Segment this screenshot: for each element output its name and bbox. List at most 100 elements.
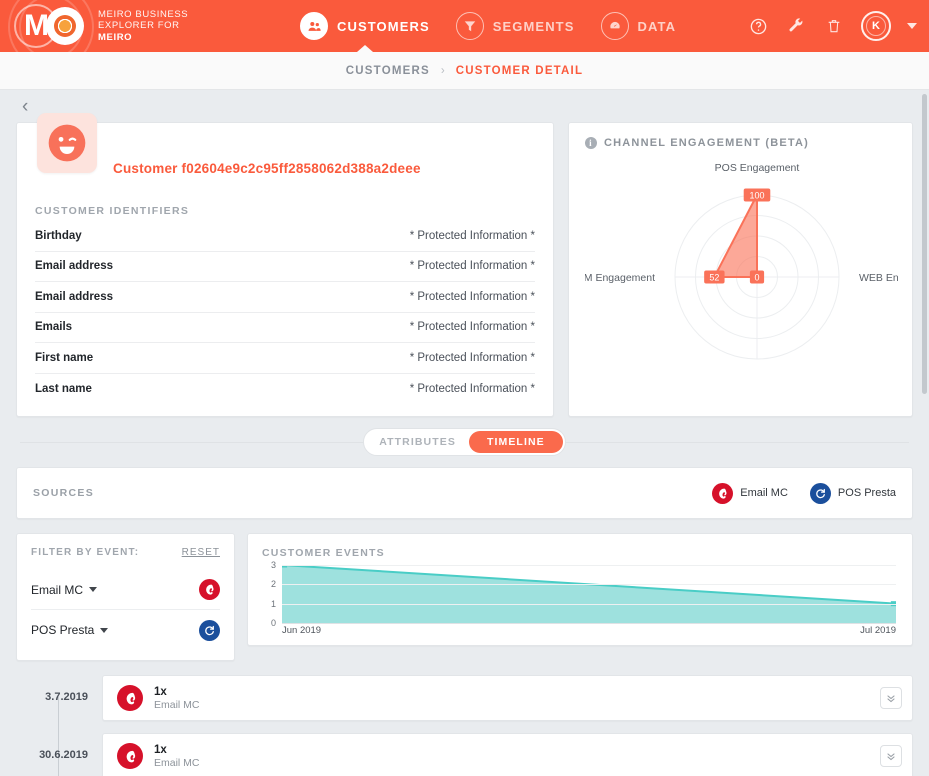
- identifiers-section-label: CUSTOMER IDENTIFIERS: [35, 205, 190, 217]
- timeline-event-text: 1x Email MC: [154, 685, 880, 712]
- timeline-top-row: FILTER BY EVENT: RESET Email MC POS Pres…: [16, 533, 913, 661]
- nav-item-data[interactable]: DATA: [600, 0, 677, 52]
- identifier-key: Last name: [35, 382, 92, 395]
- x-tick-label: Jun 2019: [282, 625, 322, 636]
- email-mc-icon: [117, 743, 143, 769]
- back-button[interactable]: ‹: [22, 97, 28, 116]
- y-tick-label: 3: [270, 560, 276, 570]
- y-tick-label: 1: [270, 598, 276, 609]
- channel-engagement-card: i CHANNEL ENGAGEMENT (BETA) 100 0 52 POS En…: [568, 122, 929, 417]
- identifier-value: * Protected Information *: [409, 382, 535, 395]
- customer-events-chart: 3 2 1 0 Jun 2019 Jul 2019: [262, 560, 898, 637]
- scrollbar-thumb[interactable]: [922, 94, 927, 394]
- filter-by-event-panel: FILTER BY EVENT: RESET Email MC POS Pres…: [16, 533, 235, 661]
- y-tick-label: 2: [270, 579, 276, 590]
- svg-text:WEB Engagement: WEB Engagement: [859, 272, 898, 284]
- svg-text:100: 100: [749, 191, 764, 201]
- timeline-date: 30.6.2019: [39, 749, 88, 761]
- reset-filters-button[interactable]: RESET: [182, 547, 220, 558]
- email-mc-icon: [712, 482, 734, 504]
- source-item-email-mc[interactable]: Email MC: [712, 482, 788, 504]
- chevron-down-icon[interactable]: [100, 627, 109, 633]
- timeline-dates: 3.7.2019 30.6.2019: [16, 675, 88, 776]
- svg-text:EDM Engagement: EDM Engagement: [585, 272, 655, 284]
- trash-icon[interactable]: [823, 15, 845, 37]
- identifier-key: First name: [35, 351, 94, 364]
- channel-engagement-title: CHANNEL ENGAGEMENT (BETA): [604, 137, 809, 149]
- email-mc-icon: [117, 685, 143, 711]
- filter-name-email-mc[interactable]: Email MC: [31, 582, 98, 597]
- breadcrumb: CUSTOMERS › CUSTOMER DETAIL: [0, 52, 929, 90]
- x-tick-label: Jul 2019: [860, 625, 896, 636]
- filter-header: FILTER BY EVENT: RESET: [31, 547, 220, 558]
- sources-bar: SOURCES Email MC POS Presta: [16, 467, 913, 519]
- people-icon: [300, 12, 328, 40]
- nav-item-segments[interactable]: SEGMENTS: [455, 0, 575, 52]
- detail-cards: Customer f02604e9c2c95ff2858062d388a2dee…: [16, 113, 929, 417]
- identifier-value: * Protected Information *: [409, 321, 535, 334]
- chevron-down-icon[interactable]: [89, 587, 98, 592]
- identifier-value: * Protected Information *: [409, 290, 535, 303]
- logo-o-icon: [46, 7, 84, 45]
- main-nav: CUSTOMERS SEGMENTS DATA: [300, 0, 676, 52]
- expand-row-button[interactable]: [880, 745, 902, 767]
- identifier-value: * Protected Information *: [409, 351, 535, 364]
- breadcrumb-separator: ›: [440, 64, 445, 77]
- chevron-down-icon[interactable]: [907, 23, 917, 29]
- pos-presta-icon: [199, 619, 220, 641]
- x-axis-labels: Jun 2019 Jul 2019: [282, 625, 896, 636]
- source-name: POS Presta: [837, 487, 896, 499]
- user-avatar[interactable]: K: [861, 11, 891, 41]
- filter-title: FILTER BY EVENT:: [31, 547, 140, 558]
- tab-timeline[interactable]: TIMELINE: [468, 431, 563, 453]
- filter-row-pos-presta[interactable]: POS Presta: [31, 610, 220, 650]
- y-tick-label: 0: [270, 618, 276, 628]
- help-icon[interactable]: [747, 15, 769, 37]
- nav-label-customers: CUSTOMERS: [337, 18, 430, 34]
- timeline-event-row[interactable]: 1x Email MC: [102, 675, 913, 721]
- pos-presta-icon: [809, 482, 831, 504]
- table-row: Last name * Protected Information *: [35, 374, 535, 405]
- filter-row-email-mc[interactable]: Email MC: [31, 570, 220, 610]
- tab-group: ATTRIBUTES TIMELINE: [363, 428, 566, 456]
- brand-line-1: MEIRO BUSINESS: [98, 8, 189, 20]
- identifier-key: Email address: [35, 260, 113, 273]
- page-body: ‹ Customer f02604e9c2c95ff2858062d388a2d…: [0, 90, 929, 776]
- filter-label: Email MC: [31, 582, 84, 597]
- page-scrollbar[interactable]: [921, 90, 928, 776]
- svg-text:POS Engagement: POS Engagement: [715, 162, 800, 174]
- timeline-list: 3.7.2019 30.6.2019 1x Email MC 1x Email …: [16, 675, 913, 776]
- back-row: ‹: [16, 90, 913, 122]
- identifiers-list: Birthday * Protected Information * Email…: [35, 221, 535, 404]
- brand-logo[interactable]: M MEIRO BUSINESS EXPLORER FOR MEIRO: [0, 0, 300, 52]
- customer-title[interactable]: Customer f02604e9c2c95ff2858062d388a2dee…: [113, 161, 421, 176]
- detail-tabs: ATTRIBUTES TIMELINE: [16, 417, 913, 467]
- tab-attributes[interactable]: ATTRIBUTES: [366, 431, 469, 453]
- brand-line-3: MEIRO: [98, 31, 133, 43]
- customer-header: Customer f02604e9c2c95ff2858062d388a2dee…: [35, 137, 535, 199]
- breadcrumb-customer-detail: CUSTOMER DETAIL: [455, 64, 584, 77]
- breadcrumb-customers[interactable]: CUSTOMERS: [346, 65, 430, 77]
- identifier-key: Birthday: [35, 229, 82, 242]
- svg-text:0: 0: [754, 273, 759, 283]
- customer-avatar: [37, 113, 97, 173]
- filter-name-pos-presta[interactable]: POS Presta: [31, 623, 109, 637]
- wrench-icon[interactable]: [785, 15, 807, 37]
- expand-row-button[interactable]: [880, 687, 902, 709]
- table-row: Email address * Protected Information *: [35, 252, 535, 282]
- customer-identifiers-card: Customer f02604e9c2c95ff2858062d388a2dee…: [16, 113, 554, 417]
- source-item-pos-presta[interactable]: POS Presta: [809, 482, 896, 504]
- timeline-event-count: 1x: [154, 685, 167, 698]
- sources-items: Email MC POS Presta: [712, 482, 896, 504]
- info-icon[interactable]: i: [585, 137, 597, 149]
- brand-text: MEIRO BUSINESS EXPLORER FOR MEIRO: [98, 9, 188, 44]
- table-row: Emails * Protected Information *: [35, 313, 535, 343]
- table-row: Birthday * Protected Information *: [35, 221, 535, 252]
- filter-label: POS Presta: [31, 623, 95, 637]
- timeline-event-row[interactable]: 1x Email MC: [102, 733, 913, 776]
- nav-label-data: DATA: [637, 18, 677, 34]
- sources-label: SOURCES: [33, 487, 95, 499]
- nav-item-customers[interactable]: CUSTOMERS: [300, 0, 430, 52]
- nav-label-segments: SEGMENTS: [492, 18, 575, 34]
- customer-events-title: CUSTOMER EVENTS: [262, 547, 385, 559]
